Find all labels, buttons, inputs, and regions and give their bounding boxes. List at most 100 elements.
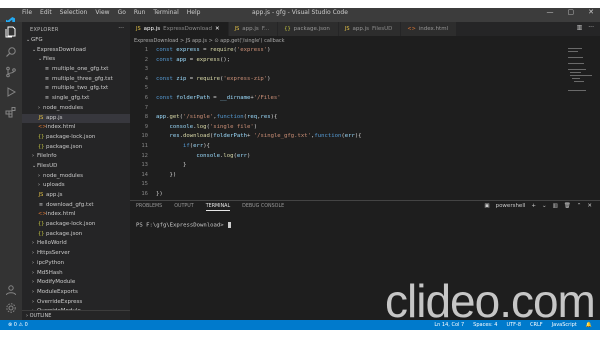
maximize-button[interactable]: ▢	[568, 8, 575, 16]
source-control-icon[interactable]	[5, 66, 17, 78]
minimize-button[interactable]: —	[547, 8, 554, 16]
folder-item[interactable]: ⌄FilesUD	[22, 162, 130, 172]
txt-file-icon: ≡	[44, 85, 50, 92]
json-file-icon: {}	[38, 133, 45, 140]
split-terminal-icon[interactable]: ▥	[553, 203, 558, 209]
folder-item[interactable]: ⌄Files	[22, 55, 130, 65]
file-item[interactable]: ≡ multiple_one_gfg.txt	[22, 65, 130, 75]
file-name: ipcPython	[37, 259, 65, 266]
code-line[interactable]: })	[156, 190, 362, 196]
close-tab-icon[interactable]: ✕	[215, 22, 220, 36]
tab-label: package.json	[293, 26, 330, 32]
folder-item[interactable]: › FileInfo	[22, 152, 130, 162]
folder-item[interactable]: › OverrideExpress	[22, 298, 130, 308]
close-panel-icon[interactable]: ✕	[587, 203, 592, 209]
file-item[interactable]: {} package.json	[22, 230, 130, 240]
file-name: GFG	[31, 37, 43, 43]
status-problems[interactable]: ⊗ 0 ⚠ 0	[8, 320, 28, 330]
tab-app-js[interactable]: JS app.js FilesUD	[338, 22, 402, 36]
file-item[interactable]: {} package.json	[22, 143, 130, 153]
tab-package-json[interactable]: {} package.json	[278, 22, 339, 36]
folder-item[interactable]: › ModifyModule	[22, 278, 130, 288]
code-line[interactable]: app.get('/single',function(req,res){	[156, 113, 362, 123]
file-item[interactable]: ≡ multiple_three_gfg.txt	[22, 75, 130, 85]
terminal-actions: ▣ powershell + ⌄ ▥ 🗑 ⌃ ✕	[484, 203, 592, 209]
code-line[interactable]: if(err){	[156, 142, 362, 152]
file-item[interactable]: <>index.html	[22, 123, 130, 133]
code-line[interactable]: res.download(folderPath+ '/single_gfg.tx…	[156, 132, 361, 142]
outline-section[interactable]: › OUTLINE	[22, 310, 130, 320]
file-name: package.json	[46, 230, 83, 237]
code-line[interactable]: const express = require('express')	[156, 46, 362, 56]
code-line[interactable]: }	[156, 161, 362, 171]
tab-index-html[interactable]: <> index.html	[401, 22, 458, 36]
folder-item[interactable]: ⌄ExpressDownload	[22, 46, 130, 56]
window-title: app.js - gfg - Visual Studio Code	[252, 9, 348, 16]
panel-tab-problems[interactable]: PROBLEMS	[136, 204, 162, 211]
code-editor[interactable]: 1234567891011121314151617 const express …	[130, 46, 600, 196]
breadcrumb[interactable]: ExpressDownload > JS app.js > ⊙ app.get(…	[134, 38, 285, 44]
explorer-icon[interactable]	[5, 26, 17, 38]
editor-tabs: JS app.js ExpressDownload ✕ JS app.js F...{} pa…	[130, 22, 600, 36]
minimap[interactable]	[566, 46, 596, 196]
code-line[interactable]	[156, 180, 362, 190]
folder-item[interactable]: › node_modules	[22, 104, 130, 114]
tab-app-js[interactable]: JS app.js F...	[228, 22, 279, 36]
code-line[interactable]: const zip = require('express-zip')	[156, 75, 362, 85]
code-line[interactable]: console.log(err)	[156, 152, 362, 162]
folder-item[interactable]: › HelloWorld	[22, 239, 130, 249]
file-item[interactable]: ≡ download_gfg.txt	[22, 201, 130, 211]
code-line[interactable]: const folderPath = __dirname+'/Files'	[156, 94, 362, 104]
folder-item[interactable]: ⌄GFG	[22, 36, 130, 46]
gear-icon[interactable]	[5, 302, 17, 314]
panel-tab-output[interactable]: OUTPUT	[174, 204, 194, 211]
file-name: package-lock.json	[46, 133, 96, 140]
line-number: 5	[144, 85, 148, 92]
code-line[interactable]: })	[156, 171, 362, 181]
folder-item[interactable]: › HttpsServer	[22, 249, 130, 259]
file-item[interactable]: {} package-lock.json	[22, 220, 130, 230]
code-line[interactable]	[156, 65, 362, 75]
file-item[interactable]: ≡ multiple_two_gfg.txt	[22, 84, 130, 94]
folder-item[interactable]: › node_modules	[22, 172, 130, 182]
extensions-icon[interactable]	[5, 106, 17, 118]
json-file-icon: {}	[38, 221, 45, 228]
terminal-prompt[interactable]: PS F:\gfg\ExpressDownload>	[136, 222, 231, 229]
folder-item[interactable]: › ModuleExports	[22, 288, 130, 298]
file-item[interactable]: <>index.html	[22, 210, 130, 220]
more-icon[interactable]: ···	[588, 24, 594, 31]
account-icon[interactable]	[5, 284, 17, 296]
code-line[interactable]	[156, 84, 362, 94]
run-debug-icon[interactable]	[5, 86, 17, 98]
close-button[interactable]: ✕	[588, 8, 594, 16]
code-line[interactable]	[156, 104, 362, 114]
file-item[interactable]: {} package-lock.json	[22, 133, 130, 143]
folder-item[interactable]: › ipcPython	[22, 259, 130, 269]
code-line[interactable]: console.log('single file')	[156, 123, 362, 133]
code-line[interactable]: const app = express();	[156, 56, 362, 66]
shell-label[interactable]: powershell	[496, 203, 526, 209]
trash-icon[interactable]: 🗑	[564, 203, 571, 209]
new-terminal-icon[interactable]: +	[531, 203, 536, 209]
file-item[interactable]: JS app.js	[22, 113, 130, 124]
tab-app-js[interactable]: JS app.js ExpressDownload ✕	[130, 22, 229, 36]
panel-tab-debug-console[interactable]: DEBUG CONSOLE	[242, 204, 284, 211]
file-name: Files	[43, 56, 56, 63]
search-icon[interactable]	[5, 46, 17, 58]
file-name: multiple_two_gfg.txt	[52, 85, 109, 92]
split-editor-icon[interactable]: ▥	[577, 24, 583, 31]
chevron-down-icon[interactable]: ⌄	[542, 203, 547, 209]
panel-tab-terminal[interactable]: TERMINAL	[205, 204, 231, 211]
chevron-up-icon[interactable]: ⌃	[577, 203, 582, 209]
more-actions-icon[interactable]: ···	[118, 25, 124, 32]
file-name: node_modules	[43, 172, 83, 179]
folder-item[interactable]: › uploads	[22, 181, 130, 191]
file-item[interactable]: JS app.js	[22, 191, 130, 201]
folder-item[interactable]: › Md5Hash	[22, 269, 130, 279]
file-item[interactable]: ≡ single_gfg.txt	[22, 94, 130, 104]
txt-file-icon: ≡	[44, 66, 50, 73]
line-number: 6	[144, 94, 148, 101]
file-name: HelloWorld	[37, 240, 67, 247]
tab-label: app.js	[242, 26, 259, 32]
code-lines[interactable]: const express = require('express') const …	[156, 46, 362, 196]
